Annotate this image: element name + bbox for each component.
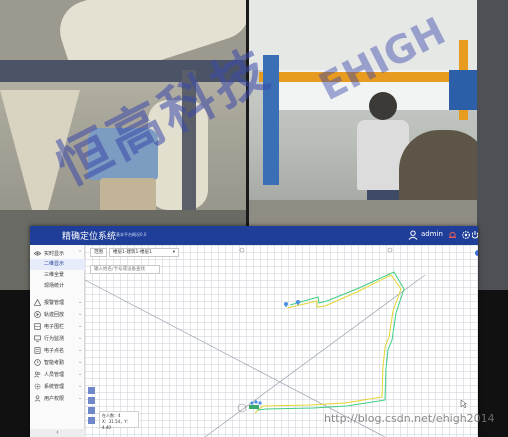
sidebar-item-people[interactable]: 人员管理 ⌄ bbox=[30, 368, 85, 380]
chevron-down-icon: ⌄ bbox=[78, 347, 83, 353]
sidebar-item-label: 系统管理 bbox=[44, 383, 65, 390]
sidebar-item-permissions[interactable]: 用户权限 ⌄ bbox=[30, 392, 85, 404]
side-button-icon bbox=[475, 250, 478, 256]
app-title: 精确定位系统 bbox=[62, 232, 117, 242]
bell-icon[interactable] bbox=[448, 230, 457, 240]
sidebar-subitem-stats[interactable]: 现场统计 bbox=[30, 281, 85, 292]
sidebar-item-fence[interactable]: 电子围栏 ⌄ bbox=[30, 320, 85, 332]
power-icon[interactable] bbox=[472, 230, 478, 240]
zoom-in-button[interactable] bbox=[88, 387, 95, 394]
range-button[interactable]: 范围 bbox=[90, 248, 107, 257]
sidebar-collapse-button[interactable]: ‹ bbox=[30, 429, 85, 437]
gear-icon bbox=[34, 383, 41, 389]
chevron-down-icon: ⌄ bbox=[78, 359, 83, 365]
sidebar-item-label: 人员管理 bbox=[44, 371, 65, 378]
coordinate-readout: X：31.54，Y：4.40 bbox=[102, 419, 131, 430]
eye-icon bbox=[34, 250, 41, 256]
chevron-down-icon: ⌄ bbox=[78, 299, 83, 305]
mouse-cursor-icon bbox=[460, 399, 468, 409]
reset-view-button[interactable] bbox=[88, 407, 95, 414]
sidebar-item-realtime[interactable]: 实时显示 ⌃ bbox=[30, 247, 85, 259]
chevron-up-icon: ⌃ bbox=[78, 250, 83, 256]
sidebar-item-label: 电子点名 bbox=[44, 347, 65, 354]
warning-icon bbox=[34, 298, 41, 306]
layer-button[interactable] bbox=[88, 417, 95, 424]
anchor-icon bbox=[237, 247, 393, 413]
sidebar-subitem-3d[interactable]: 三维全景 bbox=[30, 270, 85, 281]
chevron-down-icon: ⌄ bbox=[78, 335, 83, 341]
sidebar-item-playback[interactable]: 轨迹回放 ⌄ bbox=[30, 308, 85, 320]
sidebar-item-attendance[interactable]: 智能考勤 ⌄ bbox=[30, 356, 85, 368]
credit-text: http://blog.csdn.net/ehigh2014 bbox=[324, 412, 495, 425]
clock-icon bbox=[34, 358, 41, 366]
floor-select[interactable]: 楼层1-建筑1-楼层1 ▾ bbox=[109, 248, 179, 257]
chevron-down-icon: ⌄ bbox=[78, 371, 83, 377]
sidebar-item-label: 报警管理 bbox=[44, 299, 65, 306]
track-path-yellow bbox=[254, 274, 402, 414]
app-header: 精确定位系统 基本平台概况0.0 admin bbox=[30, 226, 478, 245]
map-toolbar: 范围 楼层1-建筑1-楼层1 ▾ bbox=[90, 248, 179, 257]
sidebar-item-alarm[interactable]: 报警管理 ⌄ bbox=[30, 296, 85, 308]
sidebar-item-system[interactable]: 系统管理 ⌄ bbox=[30, 380, 85, 392]
sidebar-item-rollcall[interactable]: 电子点名 ⌄ bbox=[30, 344, 85, 356]
sidebar: 实时显示 ⌃ 二维显示 三维全景 现场统计 报警管理 ⌄ 轨迹回放 ⌄ 电子围栏… bbox=[30, 245, 85, 437]
user-icon[interactable] bbox=[408, 230, 418, 240]
people-icon bbox=[34, 371, 41, 377]
screenshot-stage: 精确定位系统 基本平台概况0.0 admin 实时显示 ⌃ 二维显示 三维全景 … bbox=[0, 0, 508, 437]
sidebar-item-behavior[interactable]: 行为监测 ⌄ bbox=[30, 332, 85, 344]
rollcall-icon bbox=[34, 346, 41, 354]
chevron-down-icon: ⌄ bbox=[78, 383, 83, 389]
chevron-down-icon: ▾ bbox=[172, 250, 175, 255]
chevron-down-icon: ⌄ bbox=[78, 311, 83, 317]
tag-cluster-icon bbox=[249, 400, 262, 409]
sidebar-item-label: 轨迹回放 bbox=[44, 311, 65, 318]
sidebar-item-label: 电子围栏 bbox=[44, 323, 65, 330]
chevron-down-icon: ⌄ bbox=[78, 395, 83, 401]
play-icon bbox=[34, 310, 41, 318]
sidebar-item-label: 行为监测 bbox=[44, 335, 65, 342]
app-subtitle: 基本平台概况0.0 bbox=[116, 232, 147, 237]
sidebar-item-label: 用户权限 bbox=[44, 395, 65, 402]
zoom-out-button[interactable] bbox=[88, 397, 95, 404]
floor-select-value: 楼层1-建筑1-楼层1 bbox=[113, 250, 152, 255]
fence-icon bbox=[34, 322, 41, 330]
monitor-icon bbox=[34, 335, 41, 342]
sidebar-item-label: 智能考勤 bbox=[44, 359, 65, 366]
app-window: 精确定位系统 基本平台概况0.0 admin 实时显示 ⌃ 二维显示 三维全景 … bbox=[30, 226, 478, 437]
sidebar-item-label: 实时显示 bbox=[44, 250, 65, 257]
sidebar-subitem-2d[interactable]: 二维显示 bbox=[30, 259, 85, 270]
user-name[interactable]: admin bbox=[421, 230, 443, 238]
position-info-box: 在人数：4 X：31.54，Y：4.40 bbox=[99, 411, 139, 430]
search-input[interactable] bbox=[90, 265, 160, 274]
gear-icon[interactable] bbox=[461, 230, 471, 240]
user-icon bbox=[34, 394, 41, 402]
map-canvas[interactable]: 范围 楼层1-建筑1-楼层1 ▾ 在人数：4 X：31.54，Y：4.40 bbox=[85, 245, 478, 437]
chevron-down-icon: ⌄ bbox=[78, 323, 83, 329]
